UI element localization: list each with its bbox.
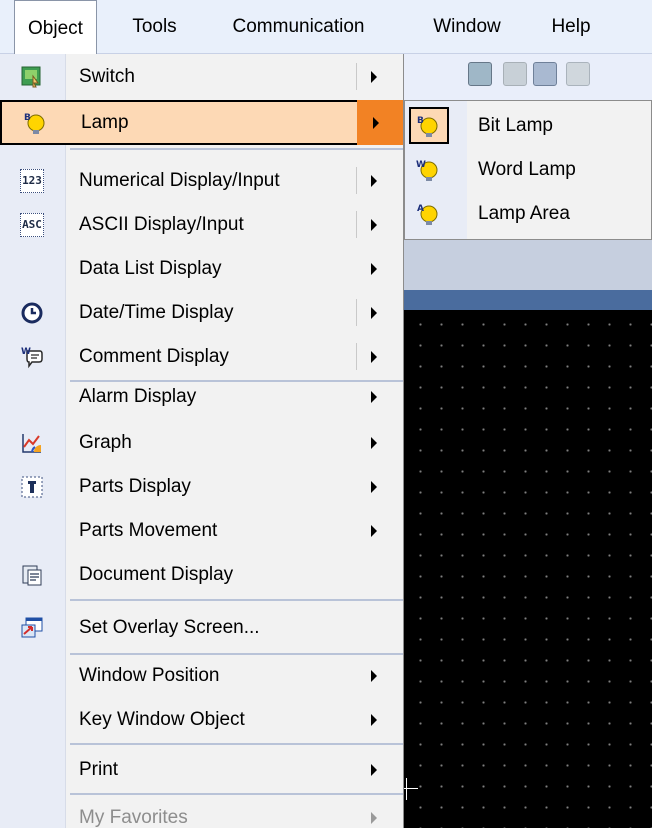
submenu-separator [356, 167, 357, 194]
menu-item-label: Numerical Display/Input [79, 169, 280, 191]
svg-text:A: A [417, 204, 424, 214]
submenu-item-lamp-area[interactable]: A Lamp Area [405, 191, 651, 236]
menu-item-document-display[interactable]: Document Display [0, 552, 403, 597]
svg-text:W: W [21, 347, 31, 357]
submenu-arrow-icon [371, 811, 377, 824]
submenu-arrow-highlight [357, 100, 403, 145]
toolbar-strip [404, 54, 652, 106]
menu-item-alarm-display[interactable]: Alarm Display [0, 374, 403, 419]
menu-bar: Object Tools Communication Window Help [0, 0, 652, 56]
menu-item-parts-movement[interactable]: Parts Movement [0, 508, 403, 553]
menu-item-graph[interactable]: Graph [0, 420, 403, 465]
toolbar-icon[interactable] [533, 62, 557, 86]
menu-item-switch[interactable]: Switch [0, 54, 403, 99]
menu-separator [70, 148, 403, 150]
menu-item-key-window-object[interactable]: Key Window Object [0, 697, 403, 742]
menu-item-label: Date/Time Display [79, 301, 234, 323]
menu-item-label: Set Overlay Screen... [79, 616, 260, 638]
menu-item-label: My Favorites [79, 806, 188, 828]
menu-item-label: Window Position [79, 664, 220, 686]
submenu-arrow-icon [371, 436, 377, 449]
overlay-screen-icon [20, 616, 44, 640]
submenu-arrow-icon [371, 713, 377, 726]
menu-object[interactable]: Object [14, 0, 97, 56]
menu-item-label: Data List Display [79, 257, 222, 279]
menu-separator [70, 599, 403, 601]
editor-title-bar [404, 290, 652, 310]
object-menu: Switch B Lamp 123 Numerical Display/Inpu… [0, 54, 404, 828]
toolbar-icon[interactable] [566, 62, 590, 86]
submenu-item-label: Bit Lamp [478, 114, 553, 136]
menu-item-comment-display[interactable]: W Comment Display [0, 334, 403, 379]
menu-item-set-overlay-screen[interactable]: Set Overlay Screen... [0, 605, 403, 650]
toolbar-icon[interactable] [503, 62, 527, 86]
menu-item-parts-display[interactable]: Parts Display [0, 464, 403, 509]
menu-item-label: Parts Movement [79, 519, 218, 541]
submenu-arrow-icon [371, 174, 377, 187]
lamp-submenu: B Bit Lamp W Word Lamp A Lamp Area [404, 100, 652, 240]
app-window: Object Tools Communication Window Help S… [0, 0, 652, 828]
submenu-arrow-icon [371, 390, 377, 403]
menu-item-label: Lamp [81, 111, 129, 133]
submenu-item-label: Word Lamp [478, 158, 576, 180]
submenu-arrow-icon [371, 262, 377, 275]
submenu-item-bit-lamp[interactable]: B Bit Lamp [405, 103, 651, 148]
submenu-item-label: Lamp Area [478, 202, 570, 224]
comment-icon: W [20, 345, 44, 369]
document-display-icon [20, 563, 44, 587]
menu-item-label: Key Window Object [79, 708, 245, 730]
submenu-arrow-icon [371, 70, 377, 83]
menu-item-label: Switch [79, 65, 135, 87]
submenu-arrow-icon [371, 350, 377, 363]
submenu-arrow-icon [371, 669, 377, 682]
submenu-arrow-icon [371, 306, 377, 319]
menu-item-ascii-display[interactable]: ASC ASCII Display/Input [0, 202, 403, 247]
numerical-display-icon: 123 [20, 168, 44, 193]
screen-canvas[interactable] [404, 310, 652, 828]
menu-separator [70, 743, 403, 745]
graph-icon [20, 431, 44, 455]
submenu-arrow-icon [373, 116, 379, 129]
word-lamp-icon: W [415, 158, 439, 182]
menu-window[interactable]: Window [414, 0, 520, 54]
menu-item-window-position[interactable]: Window Position [0, 653, 403, 698]
menu-item-label: Comment Display [79, 345, 229, 367]
submenu-separator [356, 211, 357, 238]
menu-item-lamp[interactable]: B Lamp [0, 100, 403, 145]
submenu-separator [356, 343, 357, 370]
menu-item-data-list-display[interactable]: Data List Display [0, 246, 403, 291]
menu-item-numerical-display[interactable]: 123 Numerical Display/Input [0, 158, 403, 203]
lamp-icon: B [22, 111, 46, 135]
menu-item-my-favorites: My Favorites [0, 795, 403, 828]
menu-item-label: Parts Display [79, 475, 191, 497]
menu-item-label: Alarm Display [79, 385, 197, 407]
submenu-separator [356, 299, 357, 326]
submenu-separator [356, 63, 357, 90]
editor-tab-strip [404, 240, 652, 290]
switch-icon [20, 65, 44, 89]
menu-tools[interactable]: Tools [112, 0, 197, 54]
submenu-arrow-icon [371, 524, 377, 537]
menu-item-print[interactable]: Print [0, 747, 403, 792]
svg-text:B: B [417, 116, 424, 126]
clock-icon [20, 301, 44, 325]
submenu-arrow-icon [371, 763, 377, 776]
toolbar-icon[interactable] [468, 62, 492, 86]
menu-item-date-time-display[interactable]: Date/Time Display [0, 290, 403, 335]
menu-help[interactable]: Help [532, 0, 610, 54]
menu-communication[interactable]: Communication [208, 0, 389, 54]
submenu-arrow-icon [371, 480, 377, 493]
svg-text:W: W [416, 160, 426, 170]
parts-display-icon [20, 475, 44, 499]
bit-lamp-icon: B [415, 114, 439, 138]
menu-item-label: ASCII Display/Input [79, 213, 244, 235]
menu-item-label: Graph [79, 431, 132, 453]
menu-item-label: Print [79, 758, 119, 780]
svg-text:B: B [24, 113, 31, 123]
menu-item-label: Document Display [79, 563, 234, 585]
submenu-item-word-lamp[interactable]: W Word Lamp [405, 147, 651, 192]
lamp-area-icon: A [415, 202, 439, 226]
submenu-arrow-icon [371, 218, 377, 231]
ascii-display-icon: ASC [20, 212, 44, 237]
